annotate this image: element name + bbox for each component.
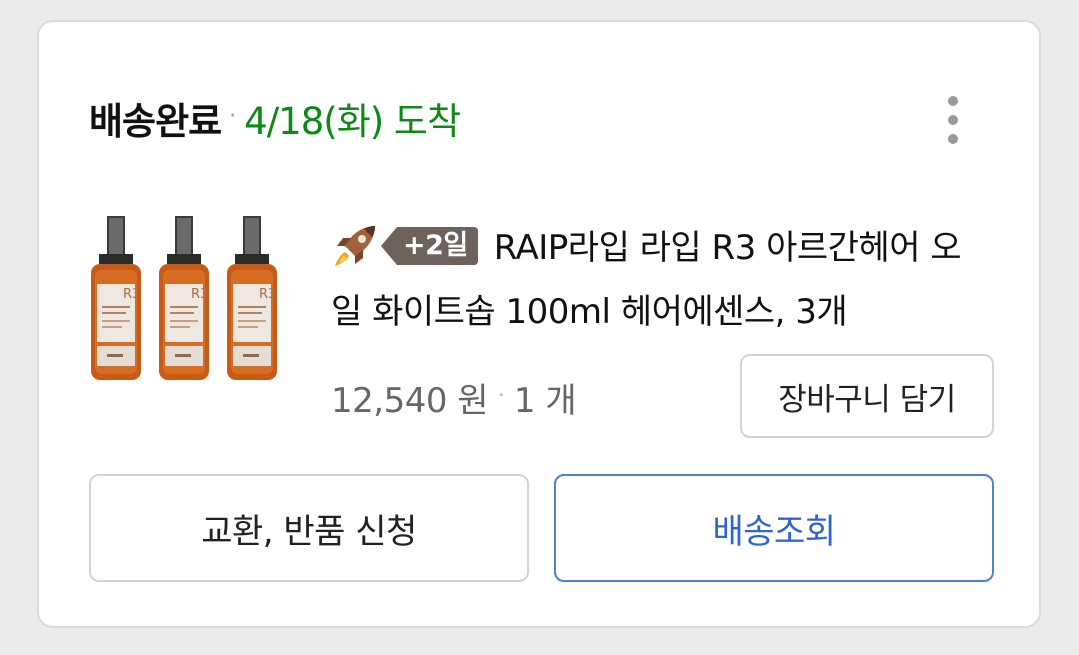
order-header: 배송완료 · 4/18(화) 도착 [89,90,461,146]
more-dot [948,96,958,106]
rocket-icon [335,225,375,266]
header-separator: · [229,103,237,129]
product-quantity: 1 개 [513,380,577,421]
bottle-image: R3 [227,216,277,380]
svg-text:R3: R3 [259,287,276,302]
price-row: 12,540 원 · 1 개 [331,362,577,432]
arrival-date: 4/18(화) 도착 [244,100,461,143]
more-dot [948,115,958,125]
delivery-status: 배송완료 [89,100,222,143]
svg-text:R3: R3 [191,287,208,302]
track-delivery-button[interactable]: 배송조회 [554,474,994,582]
more-options-icon[interactable] [935,92,971,148]
svg-text:R3: R3 [123,287,140,302]
price-separator: · [498,383,504,407]
delivery-days-badge: +2일 [381,226,478,265]
product-thumbnail[interactable]: R3 R3 R3 [85,214,281,384]
exchange-return-button[interactable]: 교환, 반품 신청 [89,474,529,582]
bottle-image: R3 [159,216,209,380]
order-card: 배송완료 · 4/18(화) 도착 R3 R3 R3 +2일 RAIP라입 라입… [37,20,1041,628]
more-dot [948,134,958,144]
product-price: 12,540 원 [331,380,489,421]
product-title-block[interactable]: +2일 RAIP라입 라입 R3 아르간헤어 오일 화이트솝 100ml 헤어에센… [331,216,991,344]
add-to-cart-button[interactable]: 장바구니 담기 [740,354,994,438]
bottle-image: R3 [91,216,141,380]
